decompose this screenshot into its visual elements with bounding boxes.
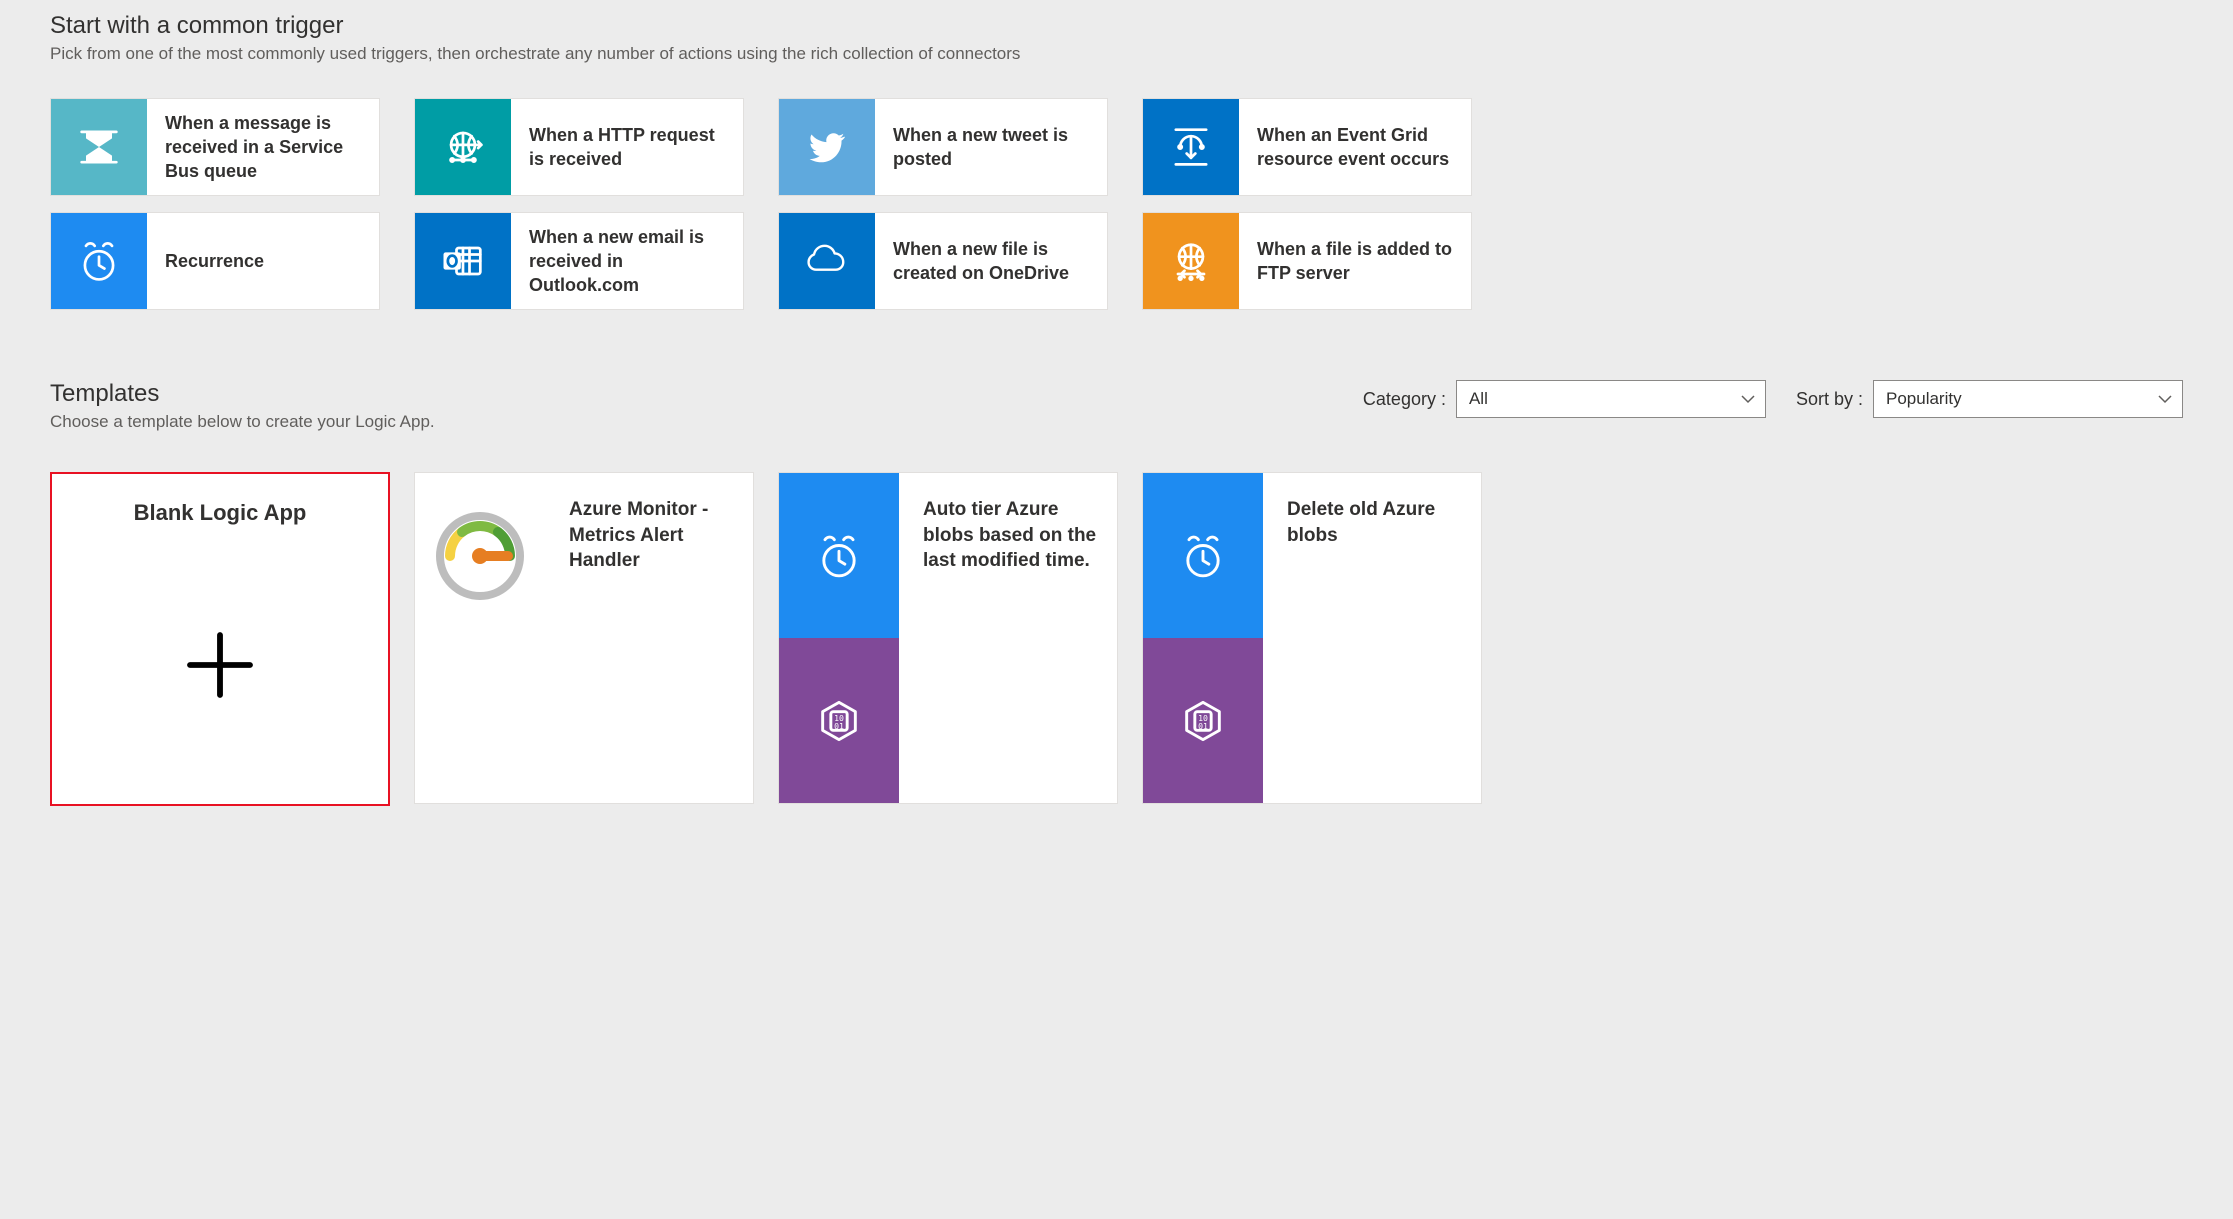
trigger-card[interactable]: When a message is received in a Service … (50, 98, 380, 196)
trigger-label: When a new email is received in Outlook.… (511, 213, 743, 309)
clock-icon (51, 213, 147, 309)
template-title: Blank Logic App (52, 474, 388, 526)
template-card[interactable]: Auto tier Azure blobs based on the last … (778, 472, 1118, 804)
trigger-label: When a file is added to FTP server (1239, 213, 1471, 309)
trigger-label: When a HTTP request is received (511, 99, 743, 195)
clock-icon (1143, 473, 1263, 638)
service-bus-icon (51, 99, 147, 195)
ftp-icon (1143, 213, 1239, 309)
template-card[interactable]: Delete old Azure blobs1001 (1142, 472, 1482, 804)
http-icon (415, 99, 511, 195)
trigger-label: When a message is received in a Service … (147, 99, 379, 195)
svg-text:01: 01 (1198, 721, 1208, 731)
trigger-card[interactable]: When a new email is received in Outlook.… (414, 212, 744, 310)
trigger-card[interactable]: Recurrence (50, 212, 380, 310)
triggers-section-title: Start with a common trigger (50, 12, 2183, 40)
sortby-select[interactable]: Popularity (1873, 380, 2183, 418)
chevron-down-icon (1741, 392, 1755, 406)
template-title: Auto tier Azure blobs based on the last … (899, 473, 1117, 638)
blob-icon: 1001 (1143, 638, 1263, 803)
plus-icon (52, 526, 388, 804)
templates-section-subtitle: Choose a template below to create your L… (50, 412, 435, 432)
trigger-card[interactable]: When an Event Grid resource event occurs (1142, 98, 1472, 196)
gauge-icon (415, 473, 545, 638)
template-grid: Blank Logic App Azure Monitor - Metrics A… (50, 472, 2183, 806)
trigger-label: When a new tweet is posted (875, 99, 1107, 195)
template-title: Delete old Azure blobs (1263, 473, 1481, 638)
trigger-label: When an Event Grid resource event occurs (1239, 99, 1471, 195)
twitter-icon (779, 99, 875, 195)
template-card[interactable]: Azure Monitor - Metrics Alert Handler (414, 472, 754, 804)
trigger-grid: When a message is received in a Service … (50, 98, 2183, 310)
trigger-label: Recurrence (147, 213, 379, 309)
triggers-section-subtitle: Pick from one of the most commonly used … (50, 44, 2183, 64)
onedrive-icon (779, 213, 875, 309)
sortby-select-value: Popularity (1886, 389, 1962, 409)
category-select-value: All (1469, 389, 1488, 409)
trigger-card[interactable]: When a new tweet is posted (778, 98, 1108, 196)
svg-text:01: 01 (834, 721, 844, 731)
clock-icon (779, 473, 899, 638)
category-label: Category : (1363, 389, 1446, 410)
trigger-card[interactable]: When a HTTP request is received (414, 98, 744, 196)
sortby-label: Sort by : (1796, 389, 1863, 410)
blob-icon: 1001 (779, 638, 899, 803)
template-title: Azure Monitor - Metrics Alert Handler (545, 473, 753, 638)
template-card[interactable]: Blank Logic App (50, 472, 390, 806)
outlook-icon (415, 213, 511, 309)
trigger-card[interactable]: When a file is added to FTP server (1142, 212, 1472, 310)
trigger-card[interactable]: When a new file is created on OneDrive (778, 212, 1108, 310)
event-grid-icon (1143, 99, 1239, 195)
templates-section-title: Templates (50, 380, 435, 408)
category-select[interactable]: All (1456, 380, 1766, 418)
trigger-label: When a new file is created on OneDrive (875, 213, 1107, 309)
chevron-down-icon (2158, 392, 2172, 406)
